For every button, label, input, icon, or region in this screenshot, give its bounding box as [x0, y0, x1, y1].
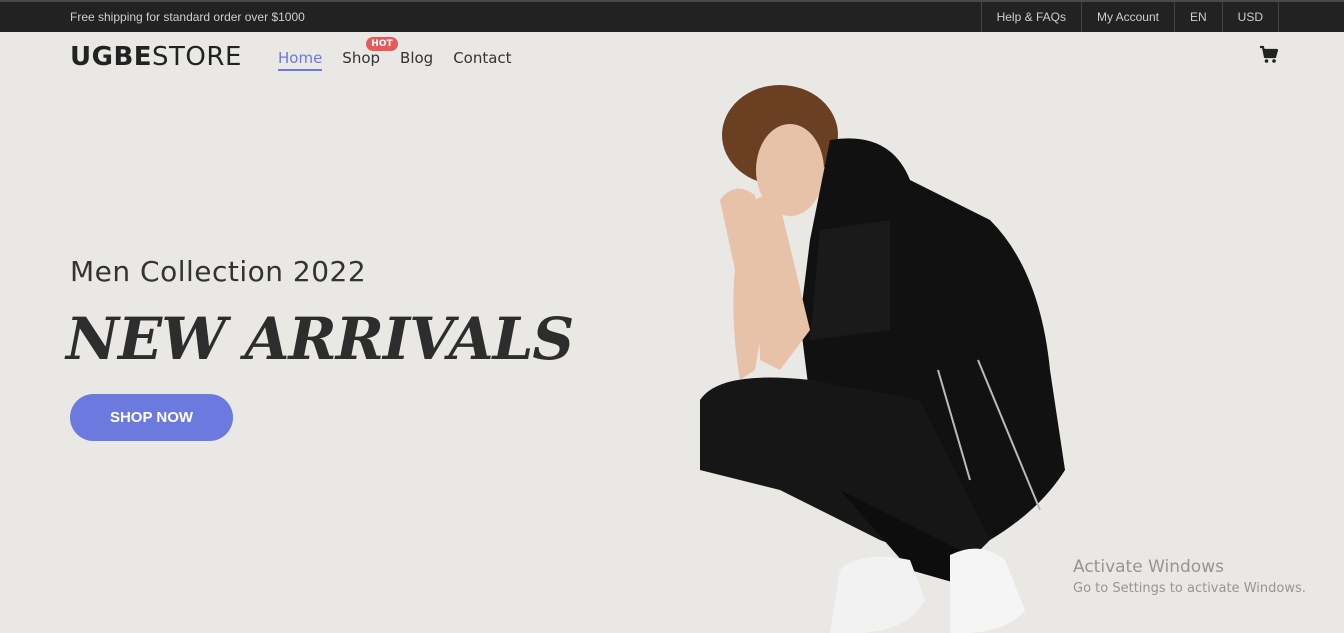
logo-bold: UGBE	[70, 42, 153, 72]
nav-shop[interactable]: Shop HOT	[342, 37, 398, 71]
watermark-title: Activate Windows	[1073, 557, 1224, 577]
main-nav: Home Shop HOT Blog Contact	[278, 37, 532, 71]
shop-now-button[interactable]: SHOP NOW	[70, 394, 233, 441]
help-faqs-link[interactable]: Help & FAQs	[980, 2, 1081, 32]
hot-badge: HOT	[366, 37, 398, 51]
nav-blog[interactable]: Blog	[400, 47, 433, 71]
store-logo[interactable]: UGBESTORE	[70, 42, 242, 72]
hero-model-image	[700, 85, 1065, 633]
nav-shop-label: Shop	[342, 49, 381, 67]
activate-windows-watermark: Activate Windows Go to Settings to activ…	[1073, 557, 1306, 596]
my-account-link[interactable]: My Account	[1080, 2, 1174, 32]
language-selector[interactable]: EN	[1173, 2, 1222, 32]
nav-home[interactable]: Home	[278, 47, 323, 71]
top-links: Help & FAQs My Account EN USD	[980, 2, 1279, 32]
hero-headline: NEW ARRIVALS	[66, 305, 574, 373]
hero-subtitle: Men Collection 2022	[70, 255, 367, 288]
promo-text: Free shipping for standard order over $1…	[70, 10, 305, 24]
logo-light: STORE	[152, 42, 242, 72]
watermark-subtitle: Go to Settings to activate Windows.	[1073, 581, 1306, 596]
currency-selector[interactable]: USD	[1221, 2, 1279, 32]
nav-contact[interactable]: Contact	[453, 47, 511, 71]
top-bar: Free shipping for standard order over $1…	[0, 0, 1344, 32]
cart-icon[interactable]	[1259, 45, 1279, 65]
